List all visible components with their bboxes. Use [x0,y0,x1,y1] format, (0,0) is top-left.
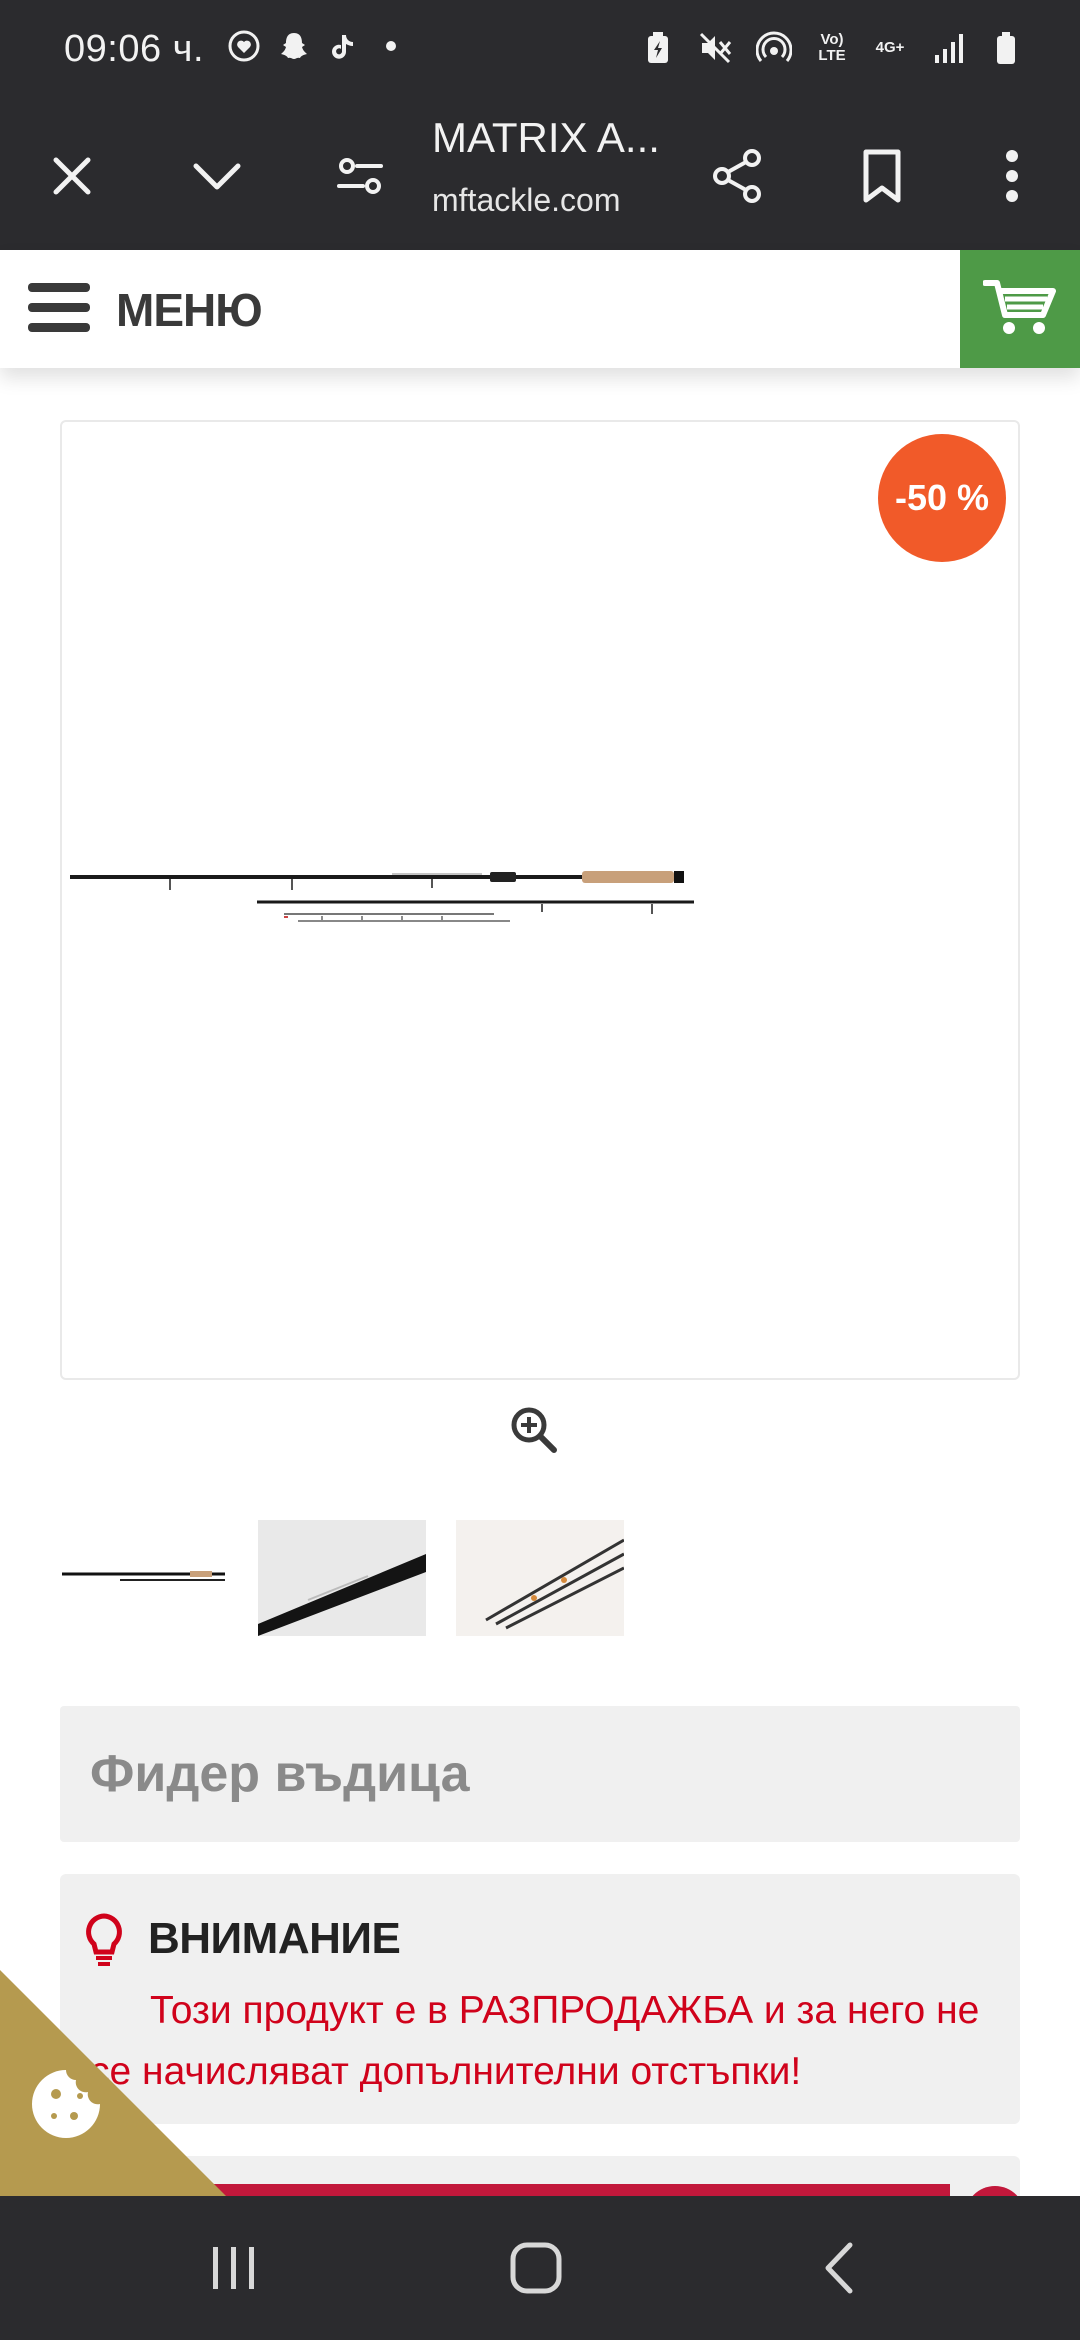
thumbnail-gallery [60,1520,624,1636]
recent-apps-icon[interactable] [194,2236,274,2300]
notice-title: ВНИМАНИЕ [148,1914,401,1963]
close-icon[interactable] [30,134,114,218]
battery-icon [988,30,1024,66]
share-icon[interactable] [696,134,780,218]
battery-saver-icon [640,30,676,66]
menu-label: МЕНЮ [116,284,263,336]
status-right-icons: Vo) LTE 4G+ [640,30,1024,66]
cart-button[interactable] [960,250,1080,368]
status-bar: 09:06 ч. Vo) LTE 4G+ [0,0,1080,104]
lightbulb-icon [82,1912,126,1968]
product-subtitle: Фидер въдица [90,1745,470,1803]
mute-icon [698,30,734,66]
site-settings-icon[interactable] [318,134,402,218]
cookie-consent-button[interactable] [0,1970,226,2196]
more-vertical-icon[interactable] [970,134,1054,218]
status-time: 09:06 ч. [64,28,205,70]
menu-button[interactable]: МЕНЮ [28,274,263,346]
browser-toolbar: MATRIX A... mftackle.com [0,104,1080,250]
signal-icon [930,30,966,66]
hamburger-icon [28,281,90,340]
snapchat-ghost-icon [276,28,312,64]
tiktok-icon [326,28,362,64]
cart-icon [982,277,1057,342]
back-icon[interactable] [800,2236,880,2300]
thumbnail-rod-detail[interactable] [258,1520,426,1636]
notice-text: Този продукт е в РАЗПРОДАЖБА и за него н… [90,1989,980,2093]
home-icon[interactable] [496,2236,576,2300]
volte-icon: Vo) LTE [818,31,846,64]
hotspot-icon [756,30,792,66]
system-nav-bar [0,2196,1080,2340]
status-left-icons [226,28,396,64]
product-image[interactable]: -50 % [60,420,1020,1380]
next-section-bar [150,2184,950,2196]
thumbnail-rod-full[interactable] [60,1520,228,1636]
network-4g-icon: 4G+ [875,39,905,56]
product-subtitle-box: Фидер въдица [60,1706,1020,1842]
thumbnail-rod-tips[interactable] [456,1520,624,1636]
zoom-icon[interactable] [506,1402,562,1458]
page-url[interactable]: mftackle.com [432,182,620,219]
page-title[interactable]: MATRIX A... [432,114,660,162]
discount-badge: -50 % [878,434,1006,562]
site-header: МЕНЮ [0,250,1080,368]
fishing-rod-image [70,871,694,922]
bookmark-icon[interactable] [840,134,924,218]
heart-circle-icon [226,28,262,64]
chevron-down-icon[interactable] [175,134,259,218]
notification-dot-icon [386,41,396,51]
